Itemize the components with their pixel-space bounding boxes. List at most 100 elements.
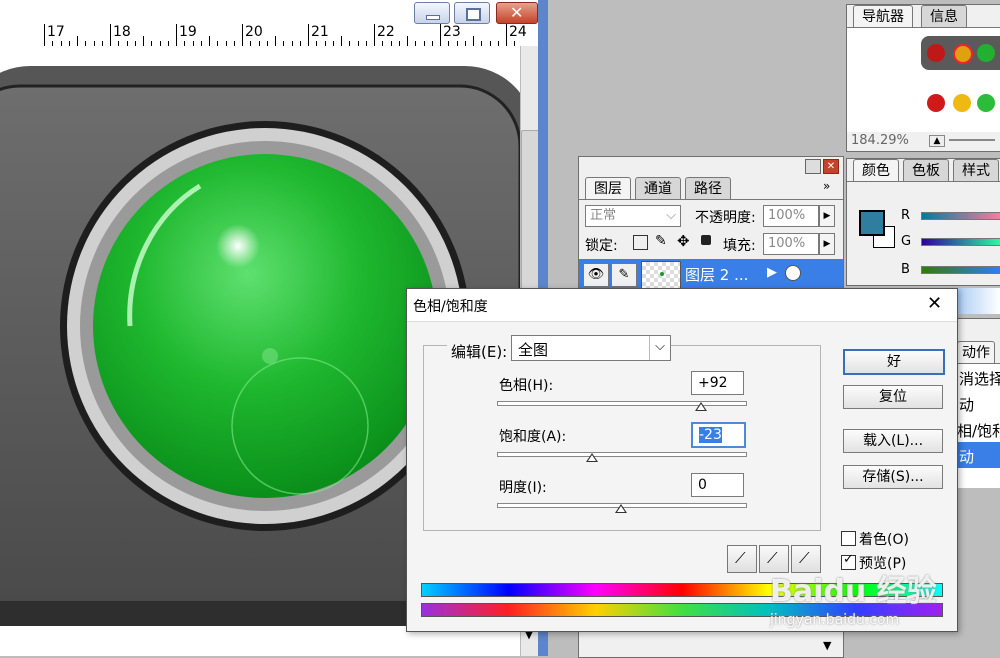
tab-swatches[interactable]: 色板 [903,159,949,182]
layer-name[interactable]: 图层 2 ... [685,264,748,285]
lock-all-icon[interactable] [701,235,711,245]
saturation-label: 饱和度(A): [499,429,567,445]
lightness-slider-thumb[interactable] [615,504,627,513]
dialog-titlebar: 色相/饱和度 ✕ [407,289,957,322]
navigator-panel: 导航器 信息 184.29% ▲ [846,4,1000,152]
tab-divider [579,199,843,200]
color-panel-body: R G B [847,181,1000,286]
panel-close-icon[interactable]: ✕ [823,159,839,174]
panel-minimize-icon[interactable] [805,159,821,174]
colorize-checkbox[interactable] [841,531,856,546]
ruler-major-tick [110,24,111,46]
b-slider[interactable] [921,266,1000,274]
hue-input[interactable]: +92 [691,371,744,395]
lock-brush-icon[interactable]: ✎ [655,233,667,249]
minimize-button[interactable] [414,2,450,24]
edit-select-value: 全图 [518,341,549,359]
hue-slider-thumb[interactable] [695,402,707,411]
opacity-arrow-icon[interactable]: ▶ [819,205,835,227]
eyedropper-plus-icon: ⟋ [767,549,778,567]
lightness-input[interactable]: 0 [691,473,744,497]
red-light-thumb [927,44,945,62]
ruler-label: 17 [47,24,65,40]
ruler-minor-tick [77,36,78,46]
ruler-minor-tick [407,36,408,46]
navigator-zoom-value[interactable]: 184.29% [851,133,909,148]
chevron-down-icon: ⌵ [666,208,676,223]
ruler-major-tick [242,24,243,46]
blend-mode-select[interactable]: 正常 ⌵ [585,205,681,227]
ruler-minor-tick [143,36,144,46]
panel-menu-icon[interactable]: » [823,179,830,193]
hue-slider-track[interactable] [497,401,747,406]
navigator-preview[interactable] [847,27,1000,132]
channel-b-label: B [901,262,910,277]
eyedropper-button[interactable]: ⟋ [727,545,757,573]
zoom-slider[interactable] [949,139,995,141]
edit-select[interactable]: 全图 ⌵ [511,335,671,361]
maximize-button[interactable] [454,2,490,24]
tab-actions[interactable]: 动作 [957,341,995,364]
history-item[interactable]: 动 [959,394,974,415]
red-light-icon [927,94,945,112]
ruler-label: 23 [443,24,461,40]
tab-layers[interactable]: 图层 [585,177,631,200]
tab-color[interactable]: 颜色 [853,159,899,182]
load-button[interactable]: 载入(L)... [843,429,943,453]
watermark-url: jingyan.baidu.com [770,612,900,628]
tab-styles[interactable]: 样式 [953,159,999,182]
history-item[interactable]: 消选择 [959,368,1000,389]
g-slider[interactable] [921,238,1000,246]
fill-label: 填充: [723,238,756,254]
eyedropper-icon: ⟋ [735,549,746,567]
opacity-input[interactable]: 100% [763,205,819,227]
ruler-major-tick [506,24,507,46]
minimize-icon [426,15,440,20]
ruler-major-tick [374,24,375,46]
ruler-minor-tick [341,36,342,46]
yellow-light-icon [953,94,971,112]
fill-arrow-icon[interactable]: ▶ [819,233,835,255]
saturation-slider-track[interactable] [497,452,747,457]
foreground-color-swatch[interactable] [859,210,885,236]
ruler-label: 18 [113,24,131,40]
dialog-close-icon[interactable]: ✕ [927,293,942,314]
tab-navigator[interactable]: 导航器 [853,5,913,28]
ruler-minor-tick [275,36,276,46]
lock-move-icon[interactable]: ✥ [677,232,690,250]
close-window-button[interactable]: ✕ [496,2,538,24]
green-light-icon [977,94,995,112]
tab-info[interactable]: 信息 [921,5,967,28]
dialog-title: 色相/饱和度 [413,299,488,315]
ruler-minor-tick [473,36,474,46]
layer-row[interactable]: 👁 ✎ 图层 2 ... ▶ [579,259,843,289]
ruler-major-tick [308,24,309,46]
blend-mode-value: 正常 [590,208,617,223]
saturation-input[interactable]: -23 [691,422,746,448]
ok-button[interactable]: 好 [843,349,945,375]
zoom-out-icon[interactable]: ▲ [929,135,945,147]
ruler-major-tick [176,24,177,46]
fill-input[interactable]: 100% [763,233,819,255]
lock-label: 锁定: [585,238,618,254]
r-slider[interactable] [921,212,1000,220]
saturation-slider-thumb[interactable] [586,453,598,462]
tab-channels[interactable]: 通道 [635,177,681,200]
saturation-value-selected: -23 [699,427,722,443]
layer-brush-icon: ✎ [611,263,637,287]
lightness-label: 明度(I): [499,480,547,496]
visibility-eye-icon[interactable]: 👁 [583,263,609,287]
tab-paths[interactable]: 路径 [685,177,731,200]
ruler-label: 24 [509,24,527,40]
save-button[interactable]: 存储(S)... [843,465,943,489]
history-item[interactable]: 相/饱和 [957,420,1000,441]
maximize-icon [466,8,481,21]
layers-scroll-down-icon[interactable]: ▼ [823,639,831,652]
reset-button[interactable]: 复位 [843,385,943,409]
ruler-label: 22 [377,24,395,40]
lock-transparency-icon[interactable] [633,235,648,250]
close-icon: ✕ [510,3,524,22]
layer-expand-icon[interactable]: ▶ [767,265,777,280]
ruler-major-tick [44,24,45,46]
channel-g-label: G [901,234,912,249]
